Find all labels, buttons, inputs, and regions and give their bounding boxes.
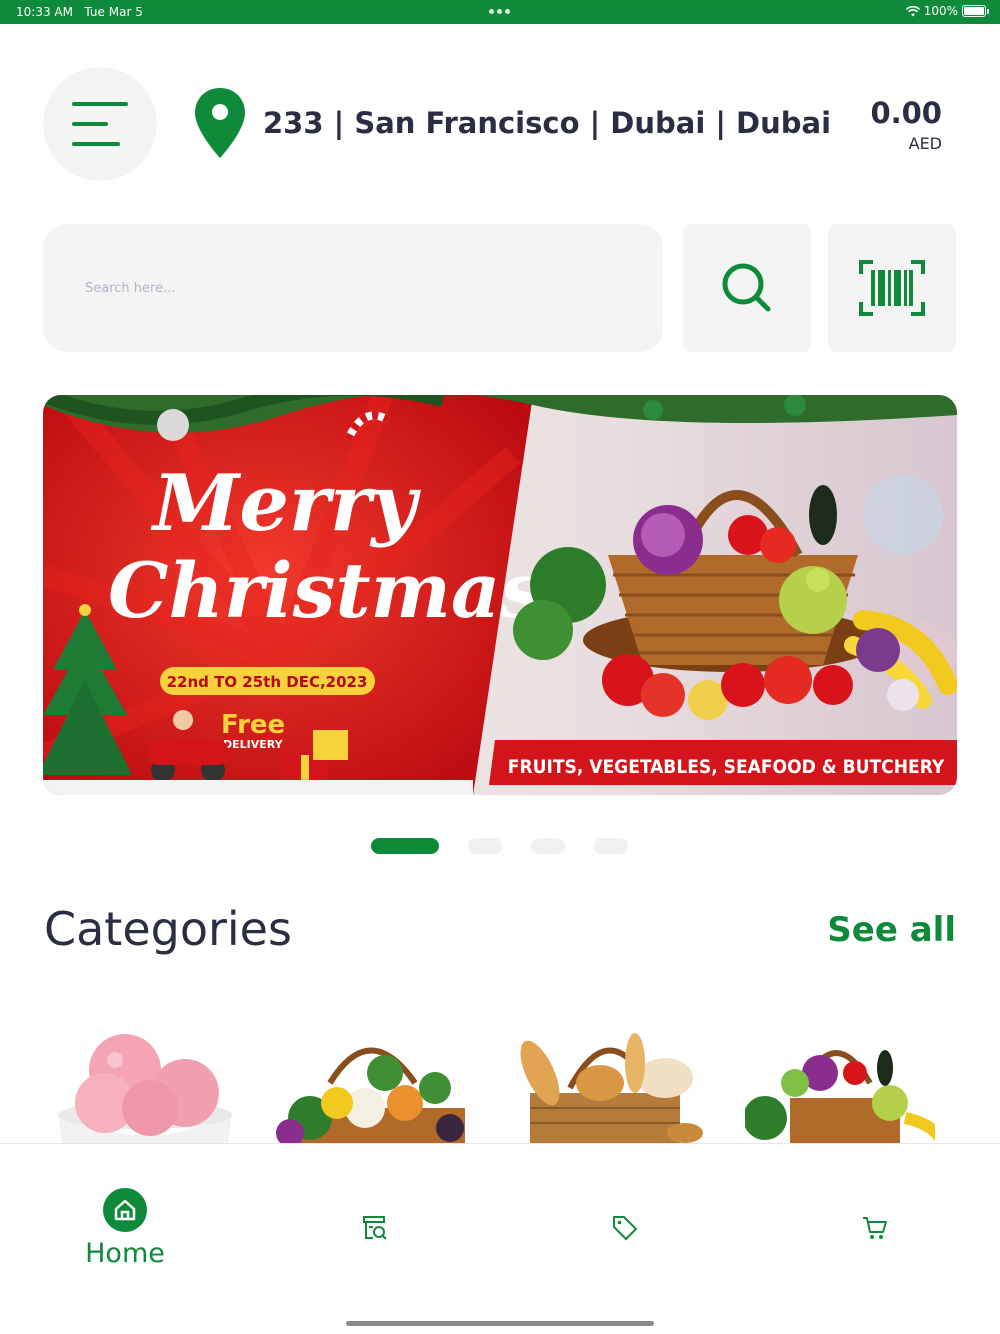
barcode-scan-button[interactable] bbox=[828, 224, 956, 352]
delivery-location[interactable]: 233 | San Francisco | Dubai | Dubai bbox=[192, 86, 831, 160]
balance-amount: 0.00 bbox=[870, 96, 942, 130]
carousel-dot-4[interactable] bbox=[594, 838, 628, 854]
banner-dates: 22nd TO 25th DEC,2023 bbox=[167, 673, 368, 691]
categories-heading: Categories bbox=[44, 902, 292, 956]
catalog-search-icon bbox=[363, 1216, 387, 1240]
tab-cart[interactable] bbox=[750, 1144, 1000, 1284]
bottom-tab-bar: Home bbox=[0, 1143, 1000, 1334]
search-bar bbox=[43, 224, 663, 352]
fruits-basket-image bbox=[743, 1050, 945, 1143]
carousel-pagination bbox=[371, 838, 628, 854]
banner-caption: FRUITS, VEGETABLES, SEAFOOD & BUTCHERY bbox=[508, 756, 945, 778]
carousel-dot-3[interactable] bbox=[531, 838, 565, 854]
menu-button[interactable] bbox=[43, 67, 157, 181]
tab-home-label: Home bbox=[85, 1238, 165, 1269]
tab-home[interactable]: Home bbox=[0, 1144, 250, 1284]
tab-offers[interactable] bbox=[500, 1144, 750, 1284]
category-fruits-vegetables[interactable] bbox=[743, 1028, 945, 1143]
status-time: 10:33 AM Tue Mar 5 bbox=[16, 5, 143, 19]
banner-title-merry: Merry bbox=[150, 458, 421, 549]
home-indicator[interactable] bbox=[346, 1321, 654, 1326]
promo-banner[interactable]: Merry Christmas 22nd TO 25th DEC,2023 Fr… bbox=[43, 395, 957, 795]
cart-icon bbox=[863, 1217, 887, 1239]
battery-icon bbox=[962, 5, 989, 17]
see-all-link[interactable]: See all bbox=[827, 910, 956, 950]
price-tag-icon bbox=[613, 1216, 637, 1240]
home-icon bbox=[103, 1188, 147, 1232]
category-ice-cream[interactable] bbox=[50, 1028, 240, 1143]
search-button[interactable] bbox=[683, 224, 811, 352]
carousel-dot-2[interactable] bbox=[468, 838, 502, 854]
search-icon bbox=[722, 263, 771, 312]
category-bakery[interactable] bbox=[515, 1028, 705, 1143]
wifi-icon bbox=[905, 5, 920, 16]
categories-strip bbox=[0, 1028, 1000, 1143]
barcode-scanner-icon bbox=[859, 260, 925, 316]
location-text: 233 | San Francisco | Dubai | Dubai bbox=[263, 106, 832, 140]
bakery-basket-image bbox=[520, 1033, 703, 1143]
multitasking-dots-icon[interactable] bbox=[489, 9, 510, 14]
balance-currency: AED bbox=[908, 134, 942, 153]
status-bar: 10:33 AM Tue Mar 5 100% bbox=[0, 0, 1000, 24]
vegetables-basket-image bbox=[276, 1047, 465, 1143]
search-input[interactable] bbox=[43, 224, 663, 352]
banner-title-christmas: Christmas bbox=[108, 546, 543, 635]
ice-cream-image bbox=[58, 1034, 232, 1143]
banner-free: Free bbox=[221, 710, 285, 740]
banner-delivery: DELIVERY bbox=[223, 738, 284, 751]
carousel-dot-1[interactable] bbox=[371, 838, 439, 854]
category-vegetables[interactable] bbox=[275, 1028, 465, 1143]
battery-percent: 100% bbox=[923, 4, 958, 18]
wallet-balance[interactable]: 0.00 AED bbox=[870, 96, 942, 153]
hamburger-menu-icon bbox=[72, 102, 128, 146]
status-indicators: 100% bbox=[905, 4, 989, 18]
tab-search-catalog[interactable] bbox=[250, 1144, 500, 1284]
banner-artwork: Merry Christmas 22nd TO 25th DEC,2023 Fr… bbox=[43, 395, 957, 795]
location-pin-icon bbox=[195, 88, 245, 158]
